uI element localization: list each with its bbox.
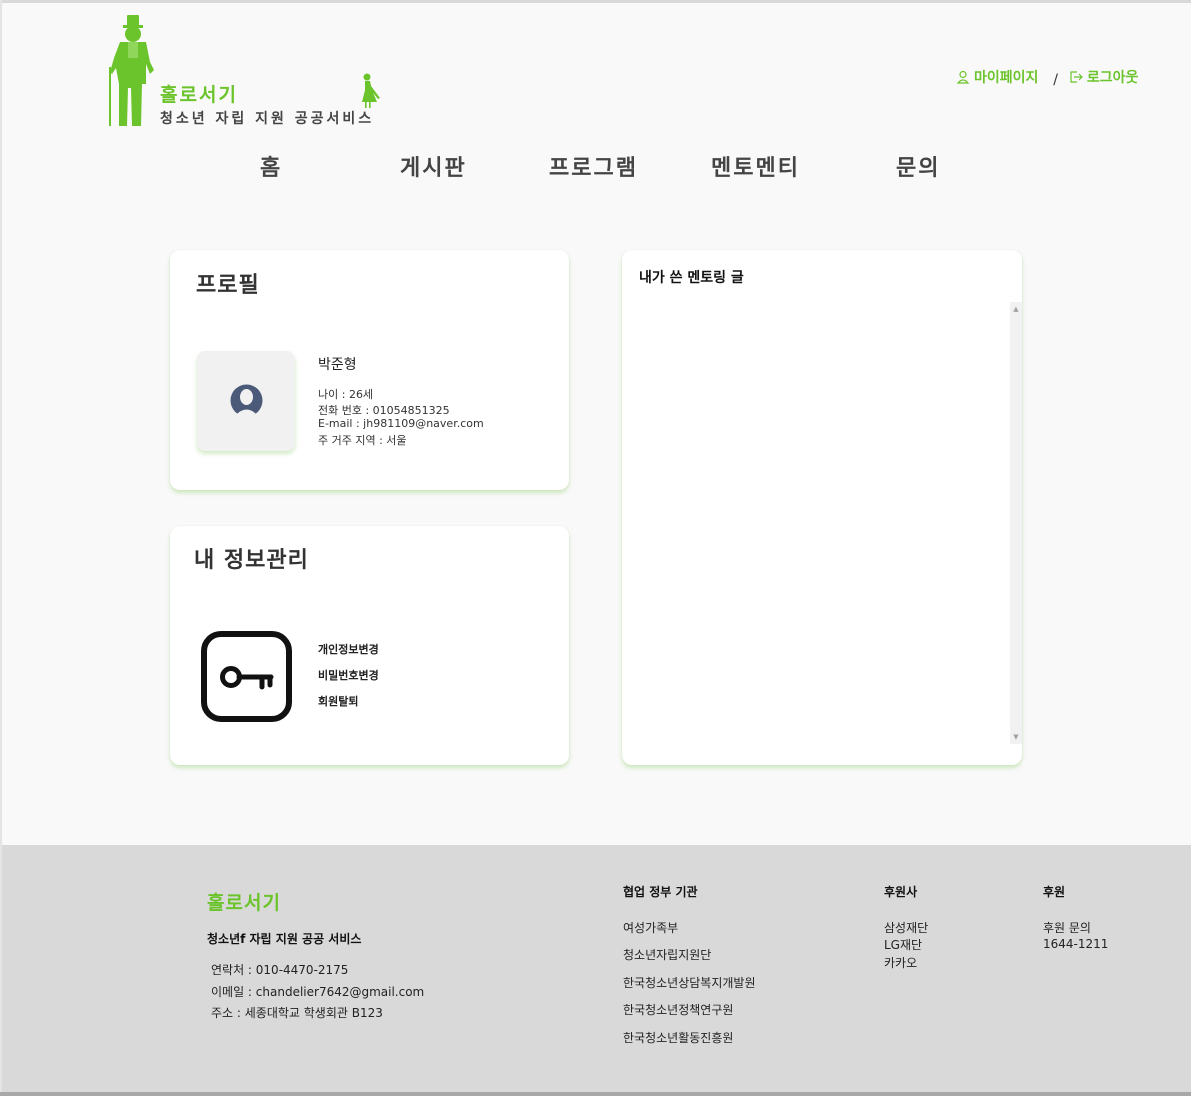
footer-phone: 연락처 : 010-4470-2175	[211, 963, 349, 977]
link-separator: /	[1053, 72, 1058, 88]
footer-sponsors-title: 후원사	[884, 885, 918, 899]
main-nav: 홈 게시판 프로그램 멘토멘티 문의	[0, 150, 1191, 190]
profile-phone: 전화 번호 : 01054851325	[318, 404, 450, 417]
profile-name: 박준형	[318, 357, 357, 373]
profile-email: E-mail : jh981109@naver.com	[318, 417, 484, 430]
mypage-link[interactable]: 마이페이지	[956, 67, 1038, 87]
mentoring-scrollbar[interactable]: ▲ ▼	[1010, 302, 1022, 744]
profile-age: 나이 : 26세	[318, 388, 374, 401]
footer-sponsor-item: 카카오	[884, 956, 918, 970]
mentoring-card: 내가 쓴 멘토링 글 ▲ ▼	[622, 250, 1022, 765]
footer-email: 이메일 : chandelier7642@gmail.com	[211, 985, 425, 999]
profile-title: 프로필	[196, 273, 260, 298]
user-avatar-icon	[230, 384, 263, 417]
profile-region: 주 거주 지역 : 서울	[318, 434, 407, 447]
brand-subtitle: 청소년 자립 지원 공공서비스	[160, 111, 375, 127]
footer-donation-phone: 1644-1211	[1043, 937, 1109, 951]
footer-agency-item: 여성가족부	[623, 921, 679, 935]
mypage-label: 마이페이지	[974, 70, 1039, 86]
footer-agencies-title: 협업 정부 기관	[623, 885, 698, 899]
info-card: 내 정보관리 개인정보변경 비밀번호변경 회원탈퇴	[170, 526, 569, 765]
logout-label: 로그아웃	[1086, 70, 1139, 86]
scroll-up-arrow-icon[interactable]: ▲	[1010, 302, 1022, 316]
nav-home[interactable]: 홈	[260, 150, 282, 182]
key-icon	[201, 631, 292, 722]
footer-bottom-border	[0, 1092, 1191, 1096]
footer-donation-title: 후원	[1043, 885, 1066, 899]
footer: 홀로서기 청소년f 자립 지원 공공 서비스 연락처 : 010-4470-21…	[2, 845, 1191, 1092]
window-top-border	[0, 0, 1191, 3]
profile-photo[interactable]	[197, 351, 295, 451]
footer-address: 주소 : 세종대학교 학생회관 B123	[211, 1006, 383, 1020]
footer-sponsor-item: LG재단	[884, 938, 923, 952]
footer-agency-item: 청소년자립지원단	[623, 948, 712, 962]
nav-inquiry[interactable]: 문의	[896, 150, 940, 182]
nav-mentor-mentee[interactable]: 멘토멘티	[711, 150, 800, 182]
footer-sponsor-item: 삼성재단	[884, 921, 929, 935]
logout-link[interactable]: 로그아웃	[1069, 67, 1139, 87]
logout-icon	[1070, 71, 1083, 83]
user-links: 마이페이지 / 로그아웃	[956, 67, 1138, 88]
footer-agency-item: 한국청소년활동진흥원	[623, 1031, 734, 1045]
nav-program[interactable]: 프로그램	[549, 150, 638, 182]
change-password-link[interactable]: 비밀번호변경	[318, 667, 379, 683]
profile-card: 프로필 박준형 나이 : 26세 전화 번호 : 01054851325 E-m…	[170, 250, 569, 490]
nav-board[interactable]: 게시판	[400, 150, 467, 182]
footer-brand: 홀로서기	[207, 892, 281, 914]
footer-subtitle: 청소년f 자립 지원 공공 서비스	[207, 932, 362, 946]
footer-agency-item: 한국청소년정책연구원	[623, 1003, 734, 1017]
edit-personal-info-link[interactable]: 개인정보변경	[318, 641, 379, 657]
user-icon	[956, 70, 970, 84]
brand-name[interactable]: 홀로서기	[160, 80, 238, 107]
footer-donation-inquiry: 후원 문의	[1043, 921, 1091, 935]
withdraw-membership-link[interactable]: 회원탈퇴	[318, 693, 358, 709]
scroll-down-arrow-icon[interactable]: ▼	[1010, 730, 1022, 744]
info-title: 내 정보관리	[194, 548, 309, 573]
footer-agency-item: 한국청소년상담복지개발원	[623, 976, 756, 990]
mentoring-title: 내가 쓴 멘토링 글	[639, 270, 744, 286]
